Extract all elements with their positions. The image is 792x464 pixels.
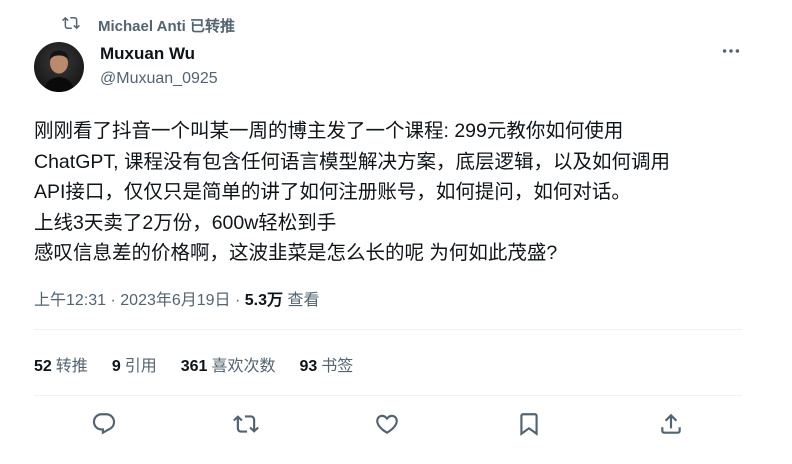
retweet-context[interactable]: Michael Anti 已转推 [62,14,235,36]
more-icon [720,40,742,67]
tweet-text: 刚刚看了抖音一个叫某一周的博主发了一个课程: 299元教你如何使用 ChatGP… [34,116,754,269]
action-bar [0,408,792,444]
more-button[interactable] [716,40,746,66]
views-label: 查看 [287,292,320,309]
stat-likes-label: 喜欢次数 [211,358,276,375]
retweet-icon [233,411,259,442]
stat-quotes-label: 引用 [124,358,157,375]
reply-button[interactable] [86,408,122,444]
tweet-card: Michael Anti 已转推 Muxuan Wu @Muxuan_0925 … [0,0,792,464]
like-button[interactable] [369,408,405,444]
tweet-text-line: ChatGPT, 课程没有包含任何语言模型解决方案，底层逻辑，以及如何调用 [34,150,670,173]
like-icon [374,411,400,442]
share-button[interactable] [653,408,689,444]
stat-bookmarks[interactable]: 93 书签 [299,352,353,376]
divider [34,395,742,396]
retweet-context-text: Michael Anti 已转推 [98,17,235,35]
tweet-text-line: 感叹信息差的价格啊，这波韭菜是怎么长的呢 为何如此茂盛? [34,242,558,264]
stat-quotes-count: 9 [111,358,121,375]
author-name[interactable]: Muxuan Wu [100,44,195,64]
tweet-text-line: API接口，仅仅只是简单的讲了如何注册账号，如何提问，如何对话。 [34,181,631,203]
reply-icon [91,411,117,442]
bookmark-icon [516,411,542,442]
stat-retweets[interactable]: 52 转推 [34,352,88,376]
stat-retweets-count: 52 [34,358,52,375]
retweet-button[interactable] [228,408,264,444]
stat-quotes[interactable]: 9 引用 [112,352,157,376]
bookmark-button[interactable] [511,408,547,444]
views-count: 5.3万 [244,292,284,309]
engagement-stats: 52 转推 9 引用 361 喜欢次数 93 书签 [34,352,377,376]
stat-likes[interactable]: 361 喜欢次数 [181,352,276,376]
tweet-text-line: 上线3天卖了2万份，600w轻松到手 [34,211,337,234]
meta-separator: · [230,292,245,309]
tweet-meta: 上午12:31 · 2023年6月19日 · 5.3万 查看 [34,286,320,310]
avatar[interactable] [34,42,84,92]
meta-separator: · [106,292,121,309]
stat-bookmarks-label: 书签 [321,358,354,375]
divider [34,329,742,330]
retweet-icon [62,14,80,37]
share-icon [658,411,684,442]
stat-bookmarks-count: 93 [299,358,318,375]
stat-retweets-label: 转推 [55,358,88,375]
tweet-date[interactable]: 2023年6月19日 [120,292,230,309]
author-handle[interactable]: @Muxuan_0925 [100,70,218,88]
tweet-text-line: 刚刚看了抖音一个叫某一周的博主发了一个课程: 299元教你如何使用 [34,120,624,142]
tweet-time[interactable]: 上午12:31 [34,292,106,309]
stat-likes-count: 361 [180,358,208,375]
